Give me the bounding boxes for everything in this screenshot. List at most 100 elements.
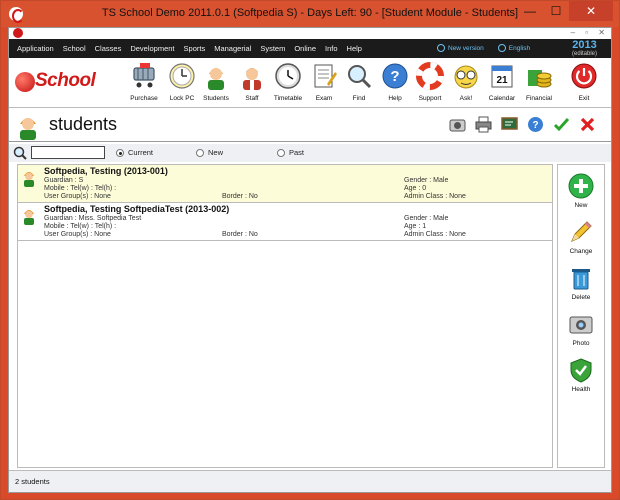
student-icon (15, 112, 41, 140)
tool-support[interactable]: Support (410, 62, 450, 106)
help-button[interactable]: ? (527, 116, 544, 133)
print-button[interactable] (475, 116, 492, 133)
menu-system[interactable]: System (260, 44, 285, 53)
mdi-controls[interactable]: – ▫ ✕ (571, 28, 609, 37)
year-note: (editable) (571, 51, 597, 57)
tool-label: Find (352, 95, 366, 102)
tool-financial[interactable]: Financial (519, 62, 559, 106)
radio-icon (116, 148, 124, 157)
plus-icon (568, 173, 594, 199)
ok-button[interactable] (553, 116, 570, 133)
menu-info[interactable]: Info (325, 44, 338, 53)
student-admin-class: Admin Class : None (404, 193, 466, 200)
language-label: English (508, 44, 531, 52)
delete-button[interactable]: Delete (558, 265, 604, 301)
student-gender: Gender : Male (404, 215, 449, 222)
school-logo: School (15, 70, 109, 94)
photo-button[interactable] (449, 116, 466, 133)
tool-ask[interactable]: Ask! (446, 62, 486, 106)
change-button[interactable]: Change (558, 219, 604, 255)
tool-label: Calendar (488, 95, 516, 102)
search-input[interactable] (31, 146, 105, 159)
lifebuoy-icon (416, 62, 444, 90)
close-button[interactable]: ✕ (569, 1, 613, 21)
menu-development[interactable]: Development (130, 44, 174, 53)
new-version-link[interactable]: New version (437, 44, 484, 52)
minimize-button[interactable]: — (517, 1, 543, 21)
module-header: students ? (9, 108, 611, 142)
status-bar: 2 students (9, 470, 611, 492)
tool-label: Exit (578, 95, 590, 102)
menu-school[interactable]: School (63, 44, 86, 53)
student-name: Softpedia, Testing SoftpediaTest (2013-0… (44, 204, 230, 214)
checkmark-icon (553, 117, 570, 132)
board-button[interactable] (501, 116, 518, 133)
student-icon (202, 62, 230, 90)
tool-staff[interactable]: Staff (232, 62, 272, 106)
action-label: Photo (572, 340, 590, 347)
client-area: – ▫ ✕ Application School Classes Developmen… (8, 27, 612, 493)
mdi-strip: – ▫ ✕ (9, 28, 611, 39)
health-button[interactable]: Health (558, 357, 604, 393)
camera-icon (568, 311, 594, 337)
student-contact: Mobile : Tel(w) : Tel(h) : (44, 185, 117, 192)
new-version-label: New version (448, 44, 484, 52)
year-badge[interactable]: 2013 (editable) (571, 39, 597, 58)
year-value: 2013 (572, 39, 597, 51)
student-row[interactable]: Softpedia, Testing SoftpediaTest (2013-0… (18, 203, 552, 241)
printer-icon (475, 116, 492, 133)
action-panel: New Change Delete Photo Health (557, 164, 605, 468)
title-bar: TS School Demo 2011.0.1 (Softpedia S) - … (1, 1, 619, 27)
filter-label: Current (128, 148, 154, 157)
action-label: Delete (571, 294, 591, 301)
photo-side-button[interactable]: Photo (558, 311, 604, 347)
tool-purchase[interactable]: Purchase (124, 62, 164, 106)
tool-calendar[interactable]: 21 Calendar (482, 62, 522, 106)
menu-classes[interactable]: Classes (95, 44, 122, 53)
maximize-button[interactable]: ☐ (543, 1, 569, 21)
menu-sports[interactable]: Sports (184, 44, 206, 53)
help-icon: ? (528, 117, 543, 132)
tool-exam[interactable]: Exam (304, 62, 344, 106)
tool-label: Ask! (459, 95, 473, 102)
tool-label: Staff (245, 95, 259, 102)
tool-help[interactable]: ? Help (375, 62, 415, 106)
cross-icon (580, 117, 595, 132)
tool-students[interactable]: Students (196, 62, 236, 106)
filter-current[interactable]: Current (116, 148, 153, 157)
student-border: Border : No (222, 231, 258, 238)
student-age: Age : 1 (404, 223, 427, 230)
menu-managerial[interactable]: Managerial (214, 44, 251, 53)
help-icon: ? (381, 62, 409, 90)
new-button[interactable]: New (558, 173, 604, 209)
student-avatar-icon (22, 207, 36, 225)
menu-right: New version English (437, 44, 530, 52)
language-link[interactable]: English (497, 44, 531, 52)
power-icon (570, 62, 598, 90)
filter-bar: Current New Past (9, 144, 611, 162)
cancel-button[interactable] (579, 116, 596, 133)
camera-icon (449, 119, 466, 132)
filter-past[interactable]: Past (277, 148, 304, 157)
menu-items: Application School Classes Development Sport… (17, 44, 371, 53)
main-toolbar: School Purchase Lock PC Students Staff T… (9, 58, 611, 108)
shield-check-icon (568, 357, 594, 383)
globe-icon (437, 44, 445, 52)
action-label: New (574, 202, 588, 209)
student-age: Age : 0 (404, 185, 427, 192)
tool-label: Help (388, 95, 402, 102)
search-icon[interactable] (13, 146, 27, 160)
student-row[interactable]: Softpedia, Testing (2013-001) Guardian :… (18, 165, 552, 203)
tool-label: Students (203, 95, 229, 102)
filter-new[interactable]: New (196, 148, 223, 157)
menu-application[interactable]: Application (17, 44, 54, 53)
tool-exit[interactable]: Exit (564, 62, 604, 106)
clock-icon (274, 62, 302, 90)
student-admin-class: Admin Class : None (404, 231, 466, 238)
radio-icon (196, 148, 204, 157)
tool-find[interactable]: Find (339, 62, 379, 106)
menu-online[interactable]: Online (294, 44, 316, 53)
tool-timetable[interactable]: Timetable (268, 62, 308, 106)
menu-help[interactable]: Help (347, 44, 362, 53)
mdi-logo-icon[interactable] (13, 28, 23, 38)
